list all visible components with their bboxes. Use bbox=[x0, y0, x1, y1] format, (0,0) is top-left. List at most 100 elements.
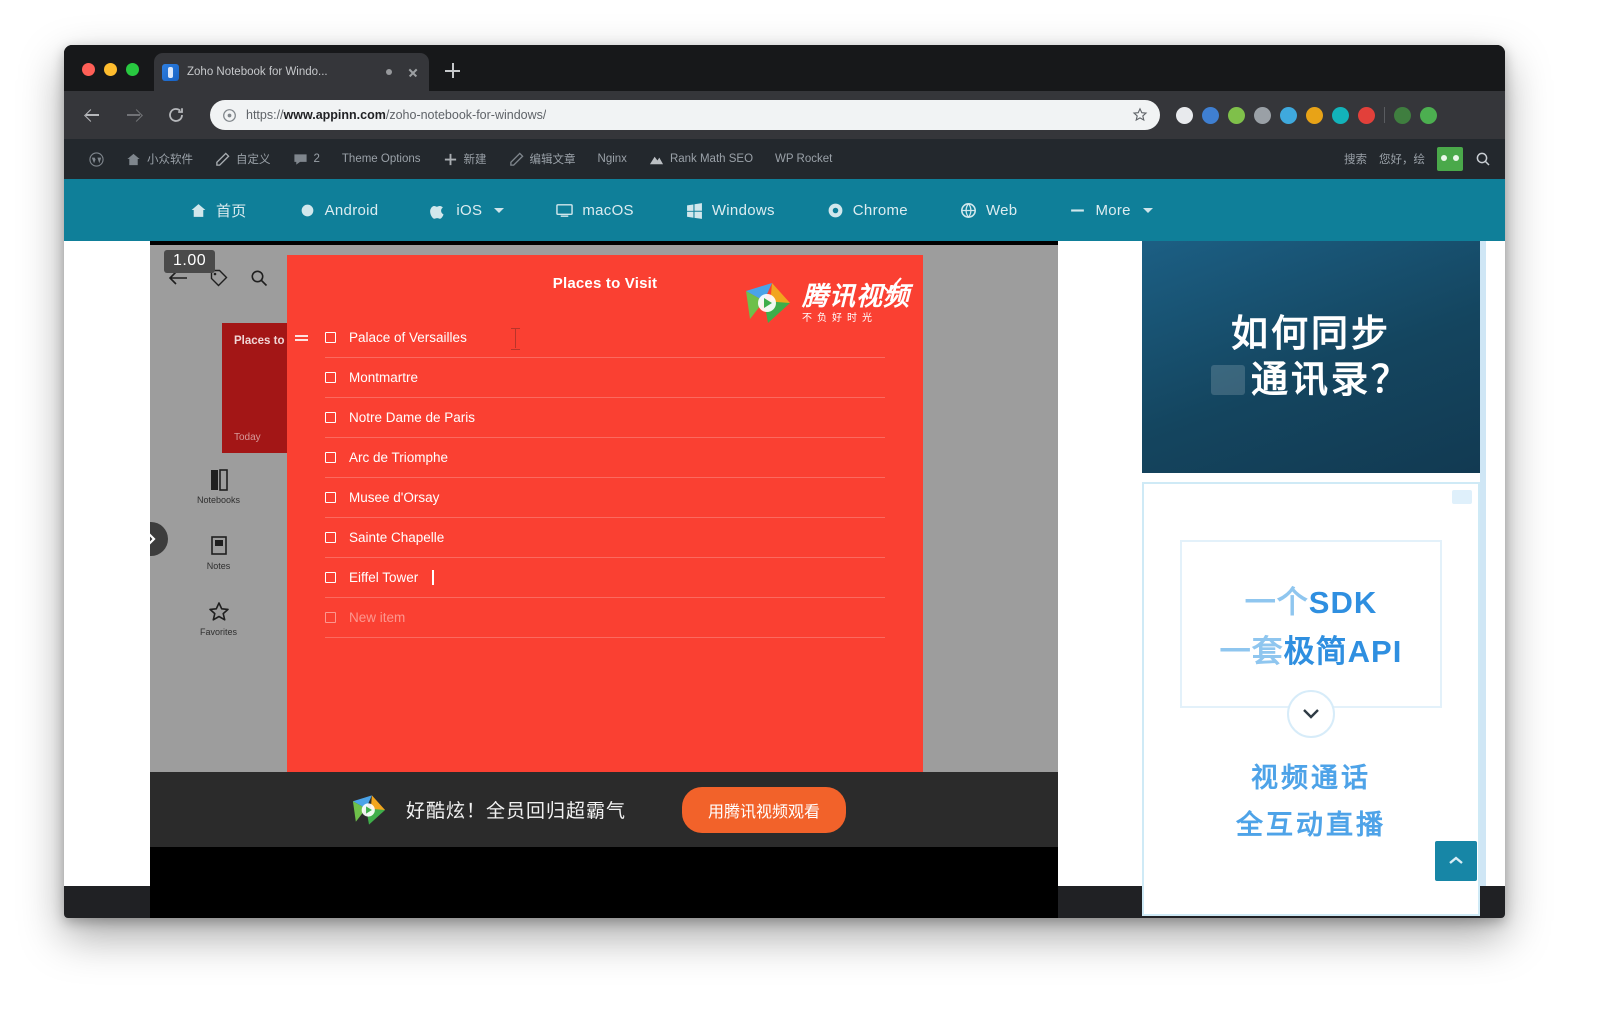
adminbar-item-new[interactable]: 新建 bbox=[432, 139, 498, 179]
nav-item-more[interactable]: More bbox=[1043, 179, 1178, 241]
bookmark-star-icon[interactable] bbox=[1132, 107, 1148, 123]
adminbar-item-comments[interactable]: 2 bbox=[282, 139, 331, 179]
note-editor: Places to Visit Palace of Versailles Mon… bbox=[287, 255, 923, 847]
adminbar-item-nginx[interactable]: Nginx bbox=[587, 139, 638, 179]
extension-icon-default[interactable] bbox=[1176, 106, 1193, 124]
adminbar-greeting[interactable]: 您好，绘 bbox=[1379, 151, 1425, 167]
maximize-window-button[interactable] bbox=[126, 63, 139, 76]
checklist-item[interactable]: Notre Dame de Paris bbox=[325, 398, 885, 438]
adminbar-label: WP Rocket bbox=[775, 153, 833, 165]
adminbar-item-customize[interactable]: 自定义 bbox=[204, 139, 282, 179]
browser-toolbar: https://www.appinn.com/zoho-notebook-for… bbox=[64, 91, 1505, 139]
nav-label: Android bbox=[324, 201, 379, 219]
nav-item-chrome[interactable]: Chrome bbox=[801, 179, 934, 241]
checklist: Palace of Versailles Montmartre Notre Da… bbox=[287, 318, 923, 638]
extension-icon-profile[interactable] bbox=[1394, 106, 1411, 124]
adminbar-item-wp-rocket[interactable]: WP Rocket bbox=[764, 139, 843, 179]
extension-icon-gray[interactable] bbox=[1254, 106, 1271, 124]
checkbox[interactable] bbox=[325, 492, 336, 503]
checkbox[interactable] bbox=[325, 612, 336, 623]
ad-badge-icon bbox=[1211, 365, 1245, 396]
close-window-button[interactable] bbox=[82, 63, 95, 76]
extension-icon-blue[interactable] bbox=[1202, 106, 1219, 124]
ad-chevron-button[interactable] bbox=[1287, 690, 1335, 738]
checklist-item[interactable]: Sainte Chapelle bbox=[325, 518, 885, 558]
adminbar-label: Nginx bbox=[597, 153, 627, 165]
monitor-icon bbox=[556, 203, 574, 217]
nav-item-web[interactable]: Web bbox=[934, 179, 1043, 241]
extension-icon-menu[interactable] bbox=[1420, 106, 1437, 124]
ad-contacts-sync[interactable]: 如何同步 通讯录？ bbox=[1142, 241, 1480, 473]
nav-label: macOS bbox=[582, 201, 634, 219]
checklist-item-active[interactable]: Eiffel Tower bbox=[325, 558, 885, 598]
sidebar-item-notebooks[interactable]: Notebooks bbox=[150, 469, 287, 505]
adminbar-search-label[interactable]: 搜索 bbox=[1344, 151, 1367, 167]
nav-item-android[interactable]: Android bbox=[273, 179, 405, 241]
nav-label: iOS bbox=[456, 201, 483, 219]
nav-item-macos[interactable]: macOS bbox=[530, 179, 660, 241]
scroll-to-top-button[interactable] bbox=[1435, 841, 1477, 881]
zoho-notebook-app: 1.00 Notebooks Notes Favorites Places to… bbox=[150, 245, 1058, 847]
back-arrow-icon[interactable] bbox=[78, 101, 106, 129]
adminbar-item-theme-options[interactable]: Theme Options bbox=[331, 139, 432, 179]
checklist-item[interactable]: Musee d'Orsay bbox=[325, 478, 885, 518]
extension-icon-green[interactable] bbox=[1228, 106, 1245, 124]
browser-tab[interactable]: Zoho Notebook for Windo... bbox=[154, 53, 429, 91]
ad-sdk-line1-light: 一个 bbox=[1244, 585, 1309, 620]
extension-icon-teal[interactable] bbox=[1332, 106, 1349, 124]
close-icon[interactable] bbox=[405, 64, 421, 80]
new-item-placeholder: New item bbox=[349, 610, 406, 625]
chevron-right-icon bbox=[150, 533, 156, 545]
checkbox[interactable] bbox=[325, 532, 336, 543]
nav-item-home[interactable]: 首页 bbox=[164, 179, 273, 241]
adminbar-item-edit-post[interactable]: 编辑文章 bbox=[498, 139, 587, 179]
tab-title: Zoho Notebook for Windo... bbox=[187, 66, 328, 78]
nav-item-ios[interactable]: iOS bbox=[404, 179, 530, 241]
checklist-item-label: Sainte Chapelle bbox=[349, 530, 445, 545]
nav-item-windows[interactable]: Windows bbox=[660, 179, 801, 241]
ad-bottom-line1: 视频通话 bbox=[1251, 763, 1371, 793]
checkbox[interactable] bbox=[325, 372, 336, 383]
audio-indicator-icon[interactable] bbox=[381, 64, 397, 80]
search-icon[interactable] bbox=[250, 269, 268, 287]
ad-sdk-api[interactable]: 一个SDK 一套极简API 视频通话 全互动直播 bbox=[1142, 482, 1480, 916]
checkbox[interactable] bbox=[325, 332, 336, 343]
ad-top-line2-wrap: 通讯录？ bbox=[1211, 357, 1411, 403]
rankmath-icon bbox=[649, 156, 663, 164]
checkbox[interactable] bbox=[325, 572, 336, 583]
checklist-item-label: Montmartre bbox=[349, 370, 419, 385]
drag-handle-icon[interactable] bbox=[295, 335, 308, 342]
note-card-date: Today bbox=[234, 432, 261, 443]
search-icon[interactable] bbox=[1475, 151, 1491, 167]
android-icon bbox=[301, 204, 313, 216]
sidebar-item-favorites[interactable]: Favorites bbox=[150, 601, 287, 637]
adminbar-right-group: 搜索 您好，绘 bbox=[1344, 147, 1491, 171]
ad-sdk-line2-bold: 极简API bbox=[1283, 634, 1403, 669]
adminbar-item-wordpress[interactable] bbox=[78, 139, 115, 179]
user-avatar[interactable] bbox=[1437, 147, 1463, 171]
minimize-window-button[interactable] bbox=[104, 63, 117, 76]
address-bar[interactable]: https://www.appinn.com/zoho-notebook-for… bbox=[210, 100, 1160, 130]
window-controls[interactable] bbox=[82, 63, 139, 76]
page-edge-divider bbox=[1480, 241, 1486, 886]
adminbar-item-site[interactable]: 小众软件 bbox=[115, 139, 204, 179]
forward-arrow-icon[interactable] bbox=[120, 101, 148, 129]
checklist-new-item[interactable]: New item bbox=[325, 598, 885, 638]
extension-icon-colorful[interactable] bbox=[1306, 106, 1323, 124]
adminbar-item-rankmath[interactable]: Rank Math SEO bbox=[638, 139, 764, 179]
reload-icon[interactable] bbox=[162, 101, 190, 129]
checklist-item[interactable]: Montmartre bbox=[325, 358, 885, 398]
checklist-item[interactable]: Arc de Triomphe bbox=[325, 438, 885, 478]
checkbox[interactable] bbox=[325, 412, 336, 423]
zoom-level-badge: 1.00 bbox=[164, 250, 216, 273]
sidebar-item-notes[interactable]: Notes bbox=[150, 535, 287, 571]
new-tab-icon[interactable] bbox=[442, 60, 464, 82]
watch-on-tencent-button[interactable]: 用腾讯视频观看 bbox=[682, 786, 847, 833]
extension-icon-diamond[interactable] bbox=[1280, 106, 1297, 124]
checkbox[interactable] bbox=[325, 452, 336, 463]
edit-icon bbox=[509, 151, 524, 166]
ad-sdk-line1-bold: SDK bbox=[1308, 585, 1378, 620]
adminbar-label: 新建 bbox=[463, 154, 487, 166]
home-icon bbox=[127, 153, 140, 165]
extension-icon-red[interactable] bbox=[1358, 106, 1375, 124]
